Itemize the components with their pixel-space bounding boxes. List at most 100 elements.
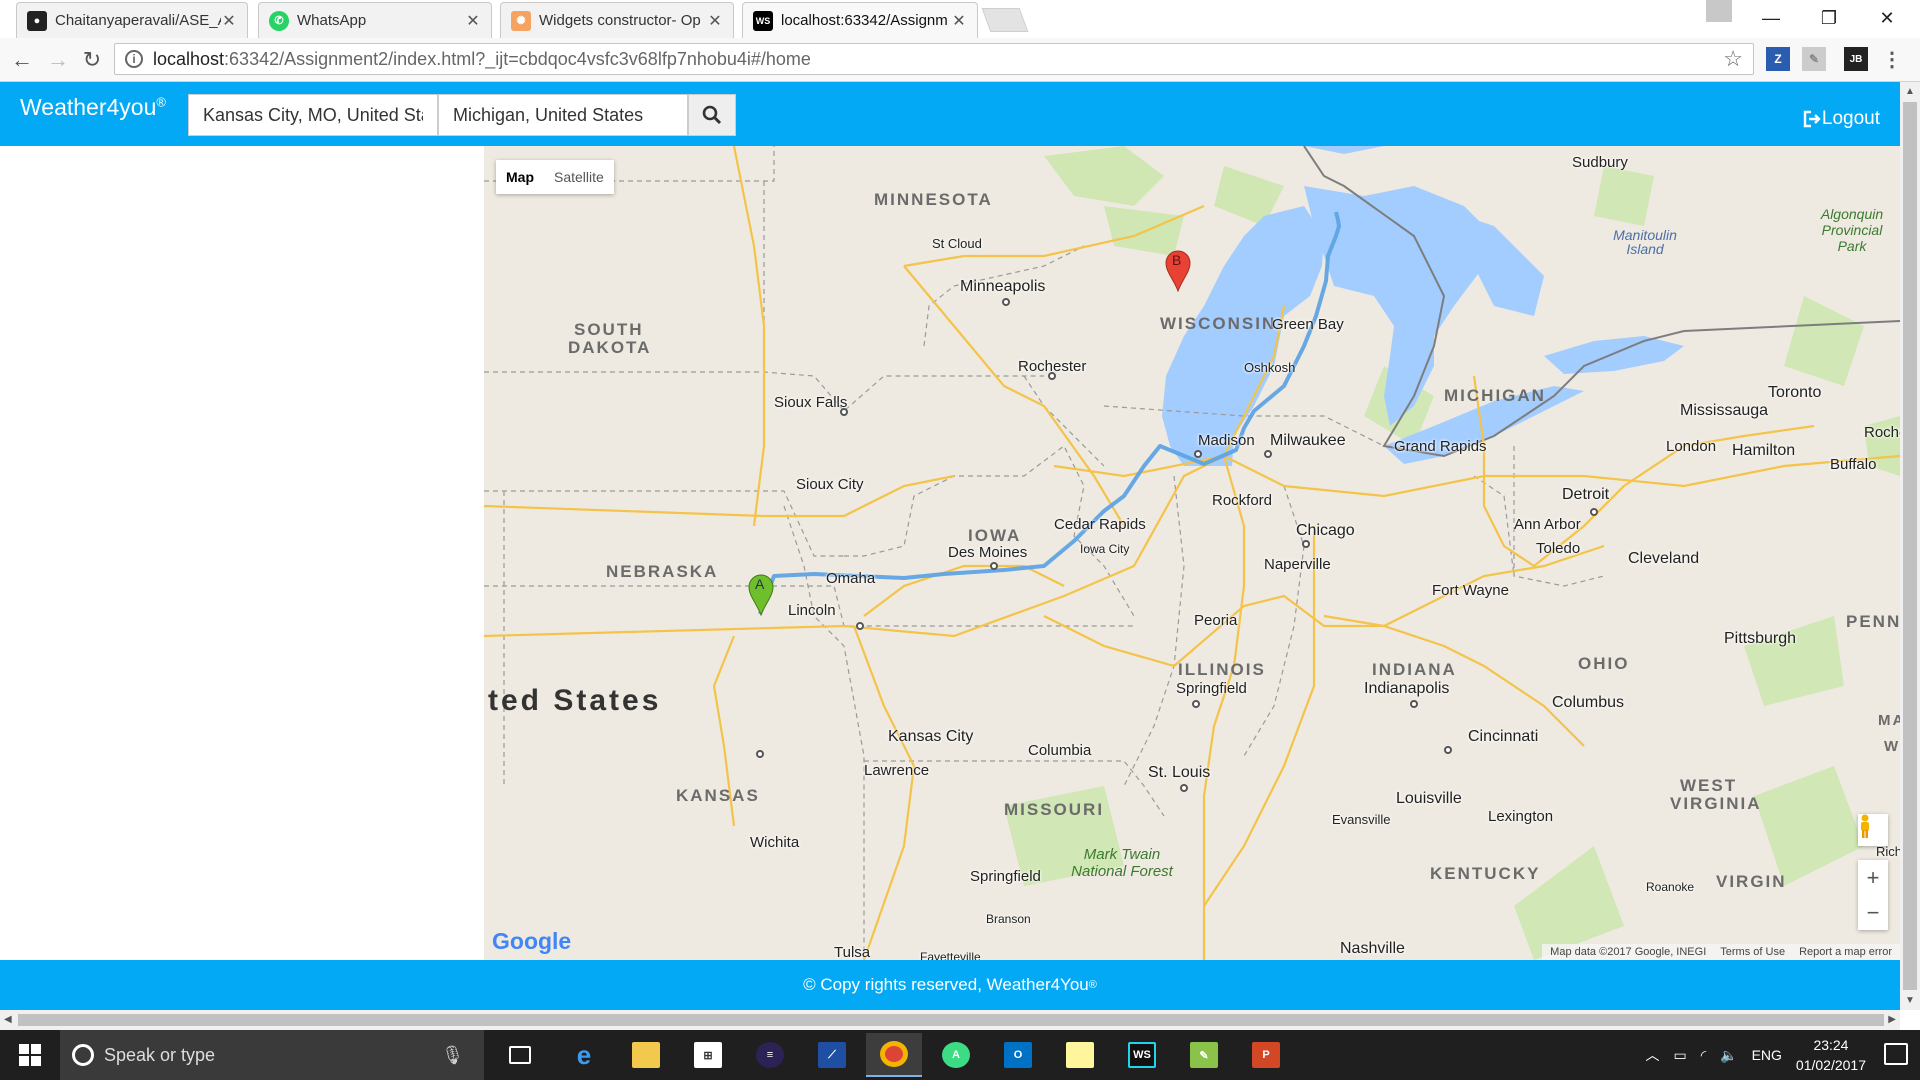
vertical-scrollbar[interactable]: ▲ ▼ xyxy=(1900,82,1920,1010)
scroll-down-arrow-icon[interactable]: ▼ xyxy=(1905,995,1915,1006)
map-label-state: OHIO xyxy=(1578,654,1630,673)
forward-icon[interactable]: → xyxy=(44,46,72,74)
city-dot xyxy=(1192,700,1200,708)
cortana-icon xyxy=(72,1044,94,1066)
google-logo: Google xyxy=(492,928,571,955)
folder-icon xyxy=(632,1042,660,1068)
tab-close-icon[interactable]: ✕ xyxy=(951,11,967,31)
taskbar-eclipse[interactable]: ≡ xyxy=(742,1033,798,1077)
map-view-button[interactable]: Map xyxy=(496,160,544,194)
taskbar-store[interactable]: ⊞ xyxy=(680,1033,736,1077)
taskbar-chrome[interactable] xyxy=(866,1033,922,1077)
profile-icon[interactable] xyxy=(1706,0,1732,22)
jetbrains-extension-icon[interactable]: JB xyxy=(1844,47,1868,71)
menu-dots-icon[interactable]: ⋮ xyxy=(1880,47,1904,71)
map-label-city: Pittsburgh xyxy=(1724,630,1797,647)
taskbar-android-studio[interactable]: A xyxy=(928,1033,984,1077)
info-icon[interactable]: i xyxy=(125,50,143,68)
cortana-search-box[interactable]: Speak or type 🎙 xyxy=(60,1030,484,1080)
brand-logo[interactable]: Weather4you® xyxy=(20,94,166,121)
language-indicator[interactable]: ENG xyxy=(1752,1047,1782,1063)
back-icon[interactable]: ← xyxy=(8,46,36,74)
notification-icon[interactable] xyxy=(1884,1043,1908,1065)
new-tab-button[interactable] xyxy=(981,8,1029,32)
taskbar-outlook[interactable]: O xyxy=(990,1033,1046,1077)
task-view-button[interactable] xyxy=(492,1033,548,1077)
map-label-city: Naperville xyxy=(1264,556,1331,573)
map-label-city: Tulsa xyxy=(834,944,871,960)
map-label-city: Oshkosh xyxy=(1244,360,1296,375)
street-view-pegman[interactable] xyxy=(1858,814,1888,846)
map-label-city: Hamilton xyxy=(1732,442,1796,459)
tab-close-icon[interactable]: ✕ xyxy=(465,11,481,31)
zoom-out-button[interactable]: − xyxy=(1858,895,1888,930)
city-dot xyxy=(1444,746,1452,754)
wifi-icon[interactable]: ◜ xyxy=(1701,1047,1706,1064)
tab-widgets[interactable]: ✺ Widgets constructor- Op ✕ xyxy=(500,2,734,38)
destination-input[interactable] xyxy=(438,94,688,136)
edge-icon: e xyxy=(576,1039,592,1070)
extension-icon[interactable]: ✎ xyxy=(1802,47,1826,71)
city-dot xyxy=(756,750,764,758)
taskbar-app[interactable]: ⟋ xyxy=(804,1033,860,1077)
marker-a-label: A xyxy=(755,576,765,592)
tab-close-icon[interactable]: ✕ xyxy=(707,11,723,31)
android-studio-icon: A xyxy=(942,1042,970,1068)
tab-title: Chaitanyaperavali/ASE_A xyxy=(55,12,221,29)
map-label-city: Sioux Falls xyxy=(774,394,848,411)
logout-link[interactable]: Logout xyxy=(1802,108,1880,130)
restore-button[interactable]: ❐ xyxy=(1800,0,1858,36)
map-label-city: Springfield xyxy=(1176,680,1247,697)
map-label-city: Rockford xyxy=(1212,492,1273,509)
microphone-icon[interactable]: 🎙 xyxy=(441,1045,464,1066)
tab-localhost[interactable]: WS localhost:63342/Assignm ✕ xyxy=(742,2,978,38)
map-label-state: VIRGINIA xyxy=(1670,794,1762,813)
terms-of-use-link[interactable]: Terms of Use xyxy=(1720,946,1785,958)
city-dot xyxy=(856,622,864,630)
zotero-extension-icon[interactable]: Z xyxy=(1766,47,1790,71)
battery-icon[interactable]: ▭ xyxy=(1673,1047,1686,1064)
taskbar-webstorm[interactable]: WS xyxy=(1114,1033,1170,1077)
taskbar-edge[interactable]: e xyxy=(556,1033,612,1077)
scroll-right-arrow-icon[interactable]: ▶ xyxy=(1888,1014,1896,1025)
map-label-city: Roanoke xyxy=(1646,880,1695,894)
source-input[interactable] xyxy=(188,94,438,136)
clock[interactable]: 23:24 01/02/2017 xyxy=(1796,1035,1866,1075)
route-map[interactable]: A B MINNESOTA SOUTH DAKOTA WISCONSIN MIC… xyxy=(484,146,1900,960)
city-dot xyxy=(1264,450,1272,458)
footer-text: © Copy rights reserved, Weather4You xyxy=(803,975,1089,994)
url-host: localhost xyxy=(153,48,225,69)
report-map-error-link[interactable]: Report a map error xyxy=(1799,946,1892,958)
satellite-view-button[interactable]: Satellite xyxy=(544,160,614,194)
map-label-city: Buffalo xyxy=(1830,456,1877,473)
horizontal-scrollbar[interactable]: ◀ ▶ xyxy=(0,1010,1900,1030)
scroll-left-arrow-icon[interactable]: ◀ xyxy=(4,1014,12,1025)
start-button[interactable] xyxy=(0,1030,60,1080)
bookmark-star-icon[interactable]: ☆ xyxy=(1723,46,1743,72)
map-label-city: Cleveland xyxy=(1628,550,1700,567)
map-label-city: Des Moines xyxy=(948,544,1028,561)
minimize-button[interactable]: — xyxy=(1742,0,1800,36)
reload-icon[interactable]: ↻ xyxy=(78,46,106,74)
search-button[interactable] xyxy=(688,94,736,136)
taskbar-powerpoint[interactable]: P xyxy=(1238,1033,1294,1077)
taskbar-file-explorer[interactable] xyxy=(618,1033,674,1077)
zoom-in-button[interactable]: + xyxy=(1858,860,1888,895)
url-path: :63342/Assignment2/index.html?_ijt=cbdqo… xyxy=(224,48,811,69)
map-label-state: WISCONSIN xyxy=(1160,314,1277,333)
address-bar[interactable]: i localhost:63342/Assignment2/index.html… xyxy=(114,43,1754,75)
volume-icon[interactable]: 🔈 xyxy=(1720,1047,1737,1064)
webstorm-icon: WS xyxy=(753,10,773,31)
vertical-scroll-thumb[interactable] xyxy=(1903,102,1917,990)
scroll-up-arrow-icon[interactable]: ▲ xyxy=(1905,86,1915,97)
taskbar-paint[interactable]: ✎ xyxy=(1176,1033,1232,1077)
chevron-up-icon[interactable]: ︿ xyxy=(1645,1045,1659,1065)
tab-whatsapp[interactable]: ✆ WhatsApp ✕ xyxy=(258,2,492,38)
tab-close-icon[interactable]: ✕ xyxy=(221,11,237,31)
taskbar-sticky-notes[interactable] xyxy=(1052,1033,1108,1077)
close-window-button[interactable]: ✕ xyxy=(1858,0,1916,36)
map-label-city: Lincoln xyxy=(788,602,836,619)
powerpoint-icon: P xyxy=(1252,1042,1280,1068)
horizontal-scroll-thumb[interactable] xyxy=(18,1014,1884,1026)
tab-github[interactable]: ● Chaitanyaperavali/ASE_A ✕ xyxy=(16,2,248,38)
